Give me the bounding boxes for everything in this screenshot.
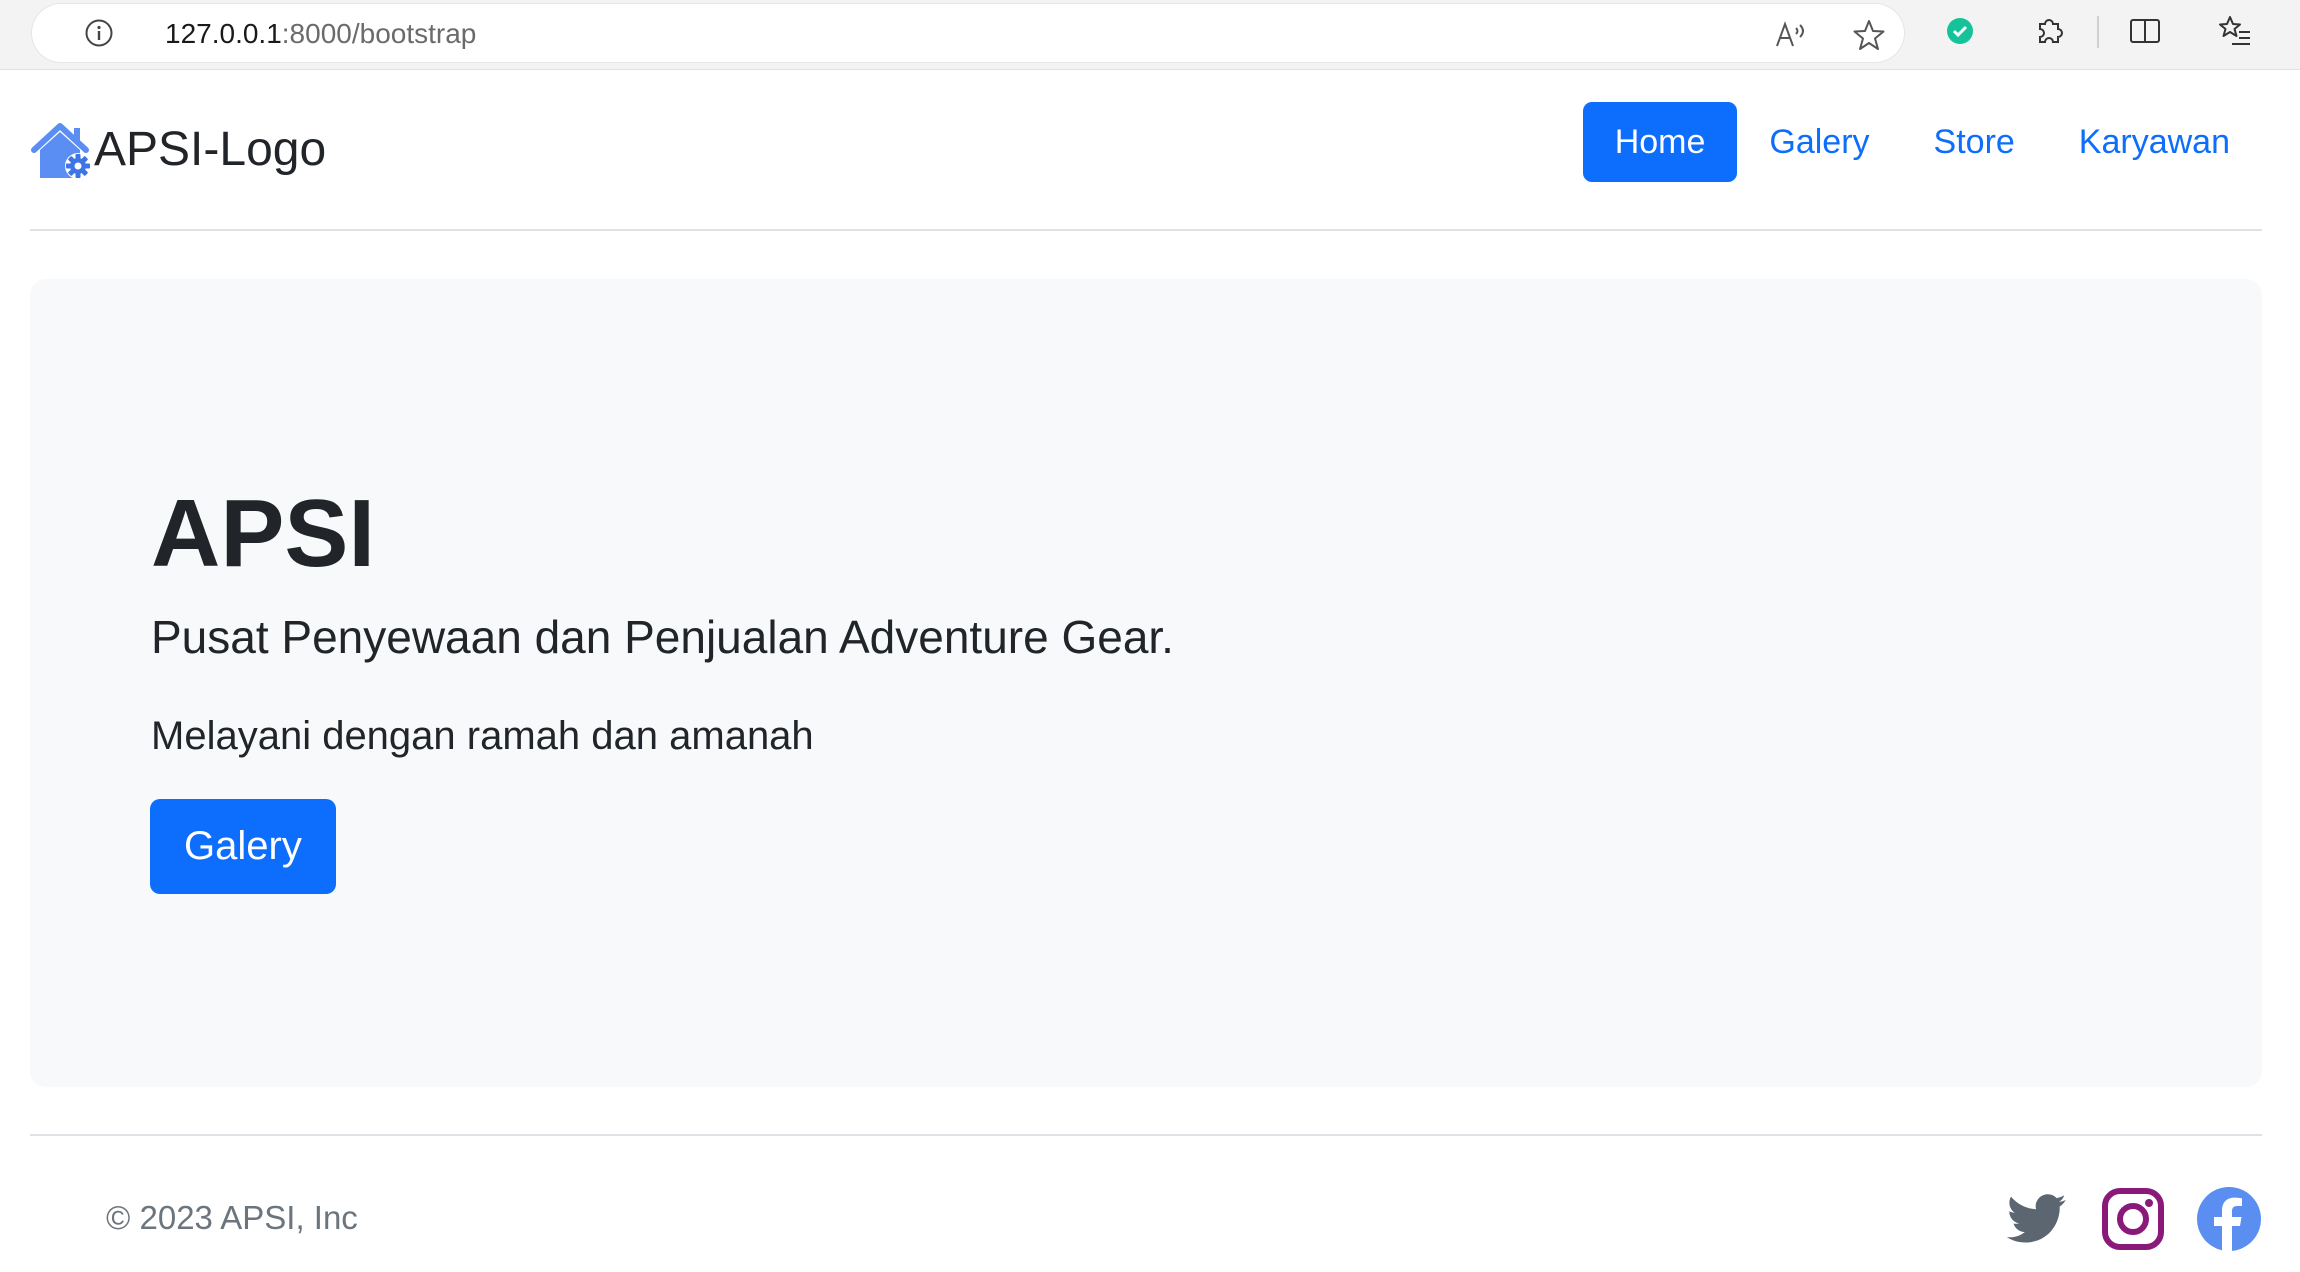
nav-link-home[interactable]: Home [1582,102,1738,182]
info-icon[interactable] [84,18,114,48]
twitter-link[interactable] [1974,1186,2070,1252]
facebook-link[interactable] [2166,1186,2262,1252]
galery-button[interactable]: Galery [150,799,336,894]
instagram-icon [2102,1188,2164,1250]
url-path: :8000/bootstrap [281,18,477,49]
instagram-link[interactable] [2070,1186,2166,1252]
nav-link-galery[interactable]: Galery [1737,102,1901,182]
hero-title: APSI [151,480,376,587]
social-links [1974,1186,2262,1252]
extension-grammarly-icon[interactable] [1943,14,1977,48]
favorites-list-icon[interactable] [2218,14,2252,48]
brand-text: APSI-Logo [94,123,327,176]
copyright-text: © 2023 APSI, Inc [106,1199,358,1236]
nav-link-store[interactable]: Store [1902,102,2047,182]
footer: © 2023 APSI, Inc [30,1134,2262,1272]
address-bar[interactable]: 127.0.0.1:8000/bootstrap [32,4,1904,62]
favorite-star-icon[interactable] [1852,18,1886,52]
hero-text: Melayani dengan ramah dan amanah [151,714,814,758]
main-nav: Home Galery Store Karyawan [1582,102,2262,182]
toolbar-separator [2097,16,2099,48]
url-text[interactable]: 127.0.0.1:8000/bootstrap [165,19,476,49]
house-gear-icon [31,123,91,179]
read-aloud-icon[interactable] [1774,18,1808,52]
browser-toolbar: 127.0.0.1:8000/bootstrap [0,0,2300,70]
extensions-puzzle-icon[interactable] [2032,14,2066,48]
hero-lead: Pusat Penyewaan dan Penjualan Adventure … [151,611,1174,663]
hero-section: APSI Pusat Penyewaan dan Penjualan Adven… [30,279,2262,1087]
split-screen-icon[interactable] [2128,14,2162,48]
nav-link-karyawan[interactable]: Karyawan [2047,102,2262,182]
brand-link[interactable]: APSI-Logo [30,120,326,180]
url-host: 127.0.0.1 [165,18,282,49]
navbar: APSI-Logo Home Galery Store Karyawan [30,70,2262,231]
twitter-icon [2006,1194,2066,1243]
facebook-icon [2197,1187,2261,1252]
